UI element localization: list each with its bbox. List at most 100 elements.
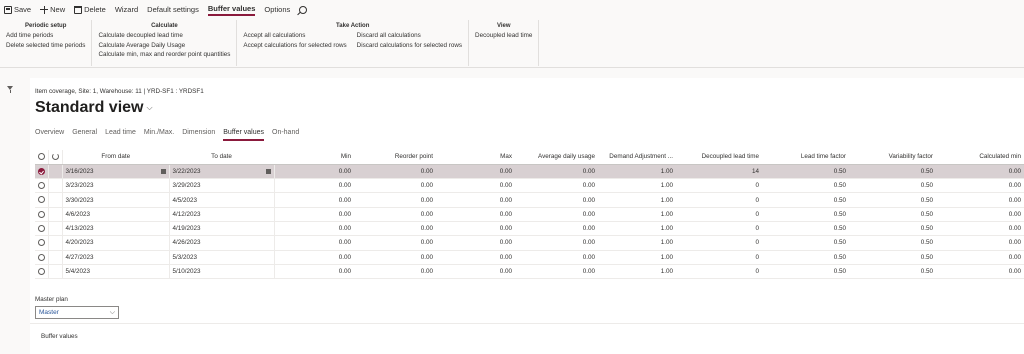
table-cell[interactable]: 0.00 — [354, 178, 436, 194]
row-select-radio[interactable] — [35, 192, 49, 208]
table-cell[interactable]: 0.00 — [936, 178, 1024, 194]
table-row[interactable]: 3/16/2023 3/22/2023 0.00 0.00 0.00 0.00 1.00 14… — [35, 164, 1024, 180]
table-cell[interactable]: 0.50 — [849, 250, 936, 265]
add-time-periods-button[interactable]: Add time periods — [6, 32, 85, 40]
table-cell[interactable]: 0.00 — [354, 264, 436, 280]
tab-general[interactable]: General — [72, 129, 97, 141]
table-cell[interactable]: 0.00 — [936, 235, 1024, 251]
tab-on-hand[interactable]: On-hand — [272, 129, 299, 141]
table-cell[interactable]: 0.50 — [762, 192, 849, 208]
col-average-daily-usage[interactable]: Average daily usage — [515, 150, 598, 165]
table-cell[interactable]: 0 — [676, 264, 762, 280]
table-cell[interactable]: 0.00 — [515, 192, 598, 208]
table-cell[interactable]: 0.00 — [274, 264, 354, 280]
table-cell[interactable]: 0 — [676, 221, 762, 237]
table-cell[interactable]: 0.00 — [515, 264, 598, 280]
table-cell[interactable]: 0.00 — [936, 164, 1024, 180]
table-cell[interactable]: 0.50 — [849, 207, 936, 222]
table-cell[interactable]: 0.00 — [274, 178, 354, 194]
table-cell[interactable]: 5/4/2023 — [62, 264, 170, 280]
table-cell[interactable]: 3/30/2023 — [62, 192, 170, 208]
table-cell[interactable]: 0.50 — [849, 235, 936, 251]
table-cell[interactable]: 3/29/2023 — [169, 178, 275, 194]
table-cell[interactable]: 0.50 — [762, 207, 849, 222]
table-cell[interactable]: 4/13/2023 — [62, 221, 170, 237]
table-cell[interactable]: 0.00 — [274, 164, 354, 180]
table-cell[interactable]: 0.00 — [515, 207, 598, 222]
table-cell[interactable]: 0.00 — [436, 221, 515, 237]
save-button[interactable]: Save — [4, 5, 31, 14]
table-cell[interactable]: 1.00 — [598, 264, 676, 280]
new-button[interactable]: New — [40, 5, 65, 14]
table-row[interactable]: 3/30/2023 4/5/2023 0.00 0.00 0.00 0.00 1.00 0 0.… — [35, 192, 1024, 208]
table-cell[interactable]: 0.00 — [936, 221, 1024, 237]
table-cell[interactable]: 0.00 — [274, 221, 354, 237]
table-cell[interactable]: 0.00 — [436, 178, 515, 194]
calendar-icon[interactable] — [160, 168, 166, 174]
table-cell[interactable]: 1.00 — [598, 250, 676, 265]
delete-time-periods-button[interactable]: Delete selected time periods — [6, 42, 85, 50]
table-row[interactable]: 5/4/2023 5/10/2023 0.00 0.00 0.00 0.00 1.00 0 0.… — [35, 264, 1024, 280]
table-cell[interactable]: 0 — [676, 178, 762, 194]
table-cell[interactable]: 0.00 — [354, 207, 436, 222]
col-demand-adjustment[interactable]: Demand Adjustment ... — [598, 150, 676, 165]
col-variability-factor[interactable]: Variability factor — [849, 150, 936, 165]
table-cell[interactable]: 0.00 — [354, 250, 436, 265]
table-cell[interactable]: 0.50 — [762, 250, 849, 265]
table-cell[interactable]: 4/20/2023 — [62, 235, 170, 251]
table-cell[interactable]: 0.00 — [436, 264, 515, 280]
table-cell[interactable]: 0.50 — [849, 178, 936, 194]
row-select-radio[interactable] — [35, 221, 49, 237]
table-cell[interactable]: 4/26/2023 — [169, 235, 275, 251]
row-select-radio[interactable] — [35, 235, 49, 251]
table-cell[interactable]: 3/23/2023 — [62, 178, 170, 194]
table-row[interactable]: 3/23/2023 3/29/2023 0.00 0.00 0.00 0.00 1.00 0 0… — [35, 178, 1024, 194]
table-cell[interactable]: 3/22/2023 — [169, 164, 275, 180]
col-min[interactable]: Min — [274, 150, 354, 165]
table-cell[interactable]: 1.00 — [598, 164, 676, 180]
col-lead-time-factor[interactable]: Lead time factor — [762, 150, 849, 165]
filter-icon[interactable] — [7, 86, 14, 93]
table-cell[interactable]: 0.00 — [515, 221, 598, 237]
row-select-radio[interactable] — [35, 164, 49, 180]
table-cell[interactable]: 0.00 — [515, 235, 598, 251]
table-cell[interactable]: 1.00 — [598, 178, 676, 194]
table-cell[interactable]: 0.00 — [274, 250, 354, 265]
table-cell[interactable]: 0.50 — [762, 264, 849, 280]
table-cell[interactable]: 4/5/2023 — [169, 192, 275, 208]
calc-adu-button[interactable]: Calculate Average Daily Usage — [98, 42, 230, 50]
col-reorder-point[interactable]: Reorder point — [354, 150, 436, 165]
table-cell[interactable]: 0 — [676, 207, 762, 222]
table-cell[interactable]: 5/10/2023 — [169, 264, 275, 280]
table-cell[interactable]: 4/19/2023 — [169, 221, 275, 237]
table-cell[interactable]: 0.00 — [936, 192, 1024, 208]
delete-button[interactable]: Delete — [74, 5, 106, 14]
table-row[interactable]: 4/6/2023 4/12/2023 0.00 0.00 0.00 0.00 1.00 0 0.… — [35, 207, 1024, 222]
row-select-radio[interactable] — [35, 178, 49, 194]
table-cell[interactable]: 0.00 — [436, 192, 515, 208]
table-cell[interactable]: 1.00 — [598, 207, 676, 222]
accept-selected-button[interactable]: Accept calculations for selected rows — [243, 42, 346, 50]
table-cell[interactable]: 4/6/2023 — [62, 207, 170, 222]
table-cell[interactable]: 0.00 — [354, 221, 436, 237]
table-cell[interactable]: 0.00 — [436, 207, 515, 222]
col-max[interactable]: Max — [436, 150, 515, 165]
table-cell[interactable]: 0 — [676, 235, 762, 251]
calc-decoupled-lead-time-button[interactable]: Calculate decoupled lead time — [98, 32, 230, 40]
discard-all-button[interactable]: Discard all calculations — [357, 32, 462, 40]
refresh-icon[interactable] — [48, 150, 63, 165]
table-cell[interactable]: 0.50 — [762, 164, 849, 180]
table-cell[interactable]: 1.00 — [598, 221, 676, 237]
table-cell[interactable]: 0.00 — [436, 235, 515, 251]
table-cell[interactable]: 3/16/2023 — [62, 164, 170, 180]
table-cell[interactable]: 0.50 — [849, 264, 936, 280]
table-cell[interactable]: 0.00 — [936, 250, 1024, 265]
page-title[interactable]: Standard view ⌵ — [35, 99, 153, 117]
table-cell[interactable]: 0.50 — [849, 192, 936, 208]
table-cell[interactable]: 0.50 — [762, 221, 849, 237]
select-all-radio[interactable] — [35, 150, 49, 165]
table-cell[interactable]: 1.00 — [598, 235, 676, 251]
buffer-values-tab[interactable]: Buffer values — [207, 4, 256, 16]
table-cell[interactable]: 14 — [676, 164, 762, 180]
table-cell[interactable]: 0.00 — [515, 178, 598, 194]
